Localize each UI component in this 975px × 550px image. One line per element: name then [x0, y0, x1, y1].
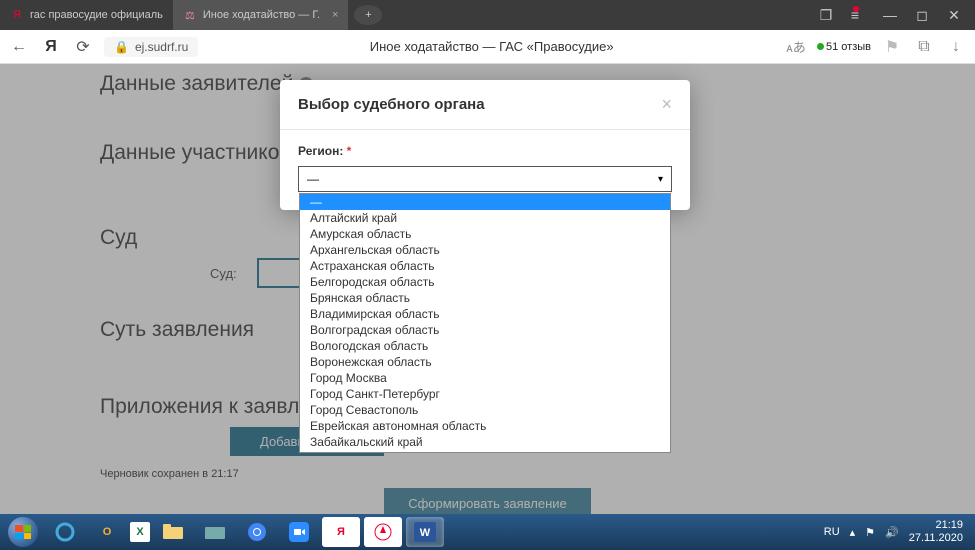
region-label: Регион: *: [298, 144, 351, 158]
region-option[interactable]: Город Севастополь: [300, 402, 670, 418]
yandex-browser-icon[interactable]: [364, 517, 402, 547]
region-select[interactable]: — ▾ —Алтайский крайАмурская областьАрхан…: [298, 166, 672, 192]
word-icon[interactable]: W: [406, 517, 444, 547]
close-icon[interactable]: ✕: [945, 6, 963, 24]
lock-icon: 🔒: [114, 40, 129, 54]
nav-bar: ← Я ⟳ 🔒 ej.sudrf.ru Иное ходатайство — Г…: [0, 30, 975, 64]
translate-icon[interactable]: ᴀあ: [785, 36, 807, 58]
modal-title: Выбор судебного органа: [298, 96, 485, 113]
region-option[interactable]: —: [300, 194, 670, 210]
tab-label: гас правосудие официаль: [30, 9, 163, 21]
tray-volume-icon[interactable]: 🔊: [885, 526, 899, 539]
tab-label: Иное ходатайство — Г.: [203, 9, 320, 21]
yandex-home-icon[interactable]: Я: [40, 36, 62, 58]
yandex-disk-icon[interactable]: Я: [322, 517, 360, 547]
reload-icon[interactable]: ⟳: [72, 36, 94, 58]
chrome-icon[interactable]: [238, 517, 276, 547]
system-tray: RU ▴ ⚑ 🔊 21:19 27.11.2020: [824, 519, 971, 545]
region-option[interactable]: Белгородская область: [300, 274, 670, 290]
tray-clock[interactable]: 21:19 27.11.2020: [909, 519, 963, 545]
region-option[interactable]: Город Москва: [300, 370, 670, 386]
extensions-icon[interactable]: ⧉: [913, 36, 935, 58]
outlook-icon[interactable]: O: [88, 517, 126, 547]
region-selected-value: —: [307, 172, 319, 186]
files-icon[interactable]: [196, 517, 234, 547]
region-option[interactable]: Вологодская область: [300, 338, 670, 354]
zoom-icon[interactable]: [280, 517, 318, 547]
tab-search[interactable]: Я гас правосудие официаль: [0, 0, 173, 30]
ie-icon[interactable]: [46, 517, 84, 547]
region-dropdown[interactable]: —Алтайский крайАмурская областьАрхангель…: [299, 193, 671, 453]
tray-flag-icon[interactable]: ⚑: [865, 526, 875, 539]
excel-icon[interactable]: X: [130, 522, 150, 542]
tab-app[interactable]: ⚖ Иное ходатайство — Г. ×: [173, 0, 349, 30]
yandex-favicon: Я: [10, 8, 24, 22]
url-text: ej.sudrf.ru: [135, 40, 188, 54]
scales-icon: ⚖: [183, 8, 197, 22]
minimize-icon[interactable]: —: [881, 6, 899, 24]
region-option[interactable]: Архангельская область: [300, 242, 670, 258]
panel-icon[interactable]: ❐: [817, 6, 835, 24]
region-option[interactable]: Астраханская область: [300, 258, 670, 274]
region-option[interactable]: Ивановская область: [300, 450, 670, 453]
new-tab-button[interactable]: +: [354, 5, 382, 25]
region-option[interactable]: Волгоградская область: [300, 322, 670, 338]
chevron-down-icon: ▾: [658, 174, 663, 185]
region-option[interactable]: Владимирская область: [300, 306, 670, 322]
region-option[interactable]: Алтайский край: [300, 210, 670, 226]
explorer-icon[interactable]: [154, 517, 192, 547]
court-select-modal: Выбор судебного органа × Регион: * — ▾ —…: [280, 80, 690, 210]
modal-close-icon[interactable]: ×: [661, 94, 672, 115]
page-title: Иное ходатайство — ГАС «Правосудие»: [208, 39, 775, 54]
region-option[interactable]: Воронежская область: [300, 354, 670, 370]
svg-text:W: W: [420, 527, 431, 539]
bookmark-icon[interactable]: ⚑: [881, 36, 903, 58]
menu-icon[interactable]: ≡: [849, 6, 867, 24]
region-option[interactable]: Брянская область: [300, 290, 670, 306]
start-button[interactable]: [4, 514, 42, 550]
tray-lang[interactable]: RU: [824, 526, 840, 538]
region-option[interactable]: Забайкальский край: [300, 434, 670, 450]
back-icon[interactable]: ←: [8, 36, 30, 58]
close-tab-icon[interactable]: ×: [332, 9, 338, 21]
region-option[interactable]: Город Санкт-Петербург: [300, 386, 670, 402]
maximize-icon[interactable]: ◻: [913, 6, 931, 24]
region-option[interactable]: Амурская область: [300, 226, 670, 242]
region-option[interactable]: Еврейская автономная область: [300, 418, 670, 434]
browser-tab-strip: Я гас правосудие официаль ⚖ Иное ходатай…: [0, 0, 975, 30]
tray-up-icon[interactable]: ▴: [850, 526, 856, 539]
url-bar[interactable]: 🔒 ej.sudrf.ru: [104, 37, 198, 57]
download-icon[interactable]: ↓: [945, 36, 967, 58]
taskbar: O X Я W RU ▴ ⚑ 🔊 21:19 27.11.2020: [0, 514, 975, 550]
reviews-badge[interactable]: 51 отзыв: [817, 41, 871, 53]
